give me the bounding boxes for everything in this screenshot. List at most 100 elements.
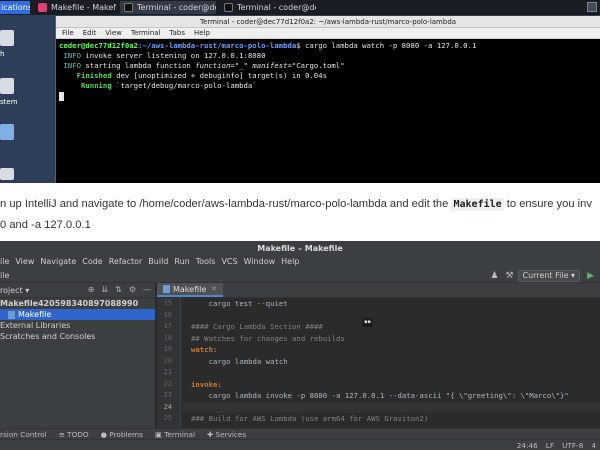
tree-item-project-root[interactable]: Makefile420598340897088990 (0, 298, 155, 309)
makefile-icon (163, 285, 170, 293)
log-text: `target/debug/marco-polo-lambda` (111, 81, 257, 90)
taskbar-task-terminal-1[interactable]: Terminal - coder@dec77... (120, 1, 216, 14)
caret-position[interactable]: 24:46 (517, 441, 538, 450)
navigation-bar: ile ♟ ⚒ Current File ▾ ▶ (0, 268, 600, 283)
cargo-status: Finished (59, 71, 112, 80)
menu-terminal[interactable]: Terminal (131, 29, 161, 37)
tool-problems[interactable]: ● Problems (101, 430, 143, 439)
menu-tools[interactable]: Tools (196, 257, 216, 266)
code-line[interactable]: invoke: (182, 379, 600, 391)
menu-file[interactable]: File (62, 29, 74, 37)
applications-menu-button[interactable]: ications (0, 1, 30, 14)
line-number: 25 (163, 414, 172, 422)
terminal-window[interactable]: Terminal - coder@dec77d12f0a2: ~/aws-lam… (55, 16, 600, 183)
menu-file[interactable]: ile (0, 257, 9, 266)
expand-icon[interactable]: ⇅ (115, 285, 122, 294)
code-lines[interactable]: cargo test --quiet #### Cargo Lambda Sect… (182, 298, 600, 425)
menu-vcs[interactable]: VCS (221, 257, 237, 266)
tab-makefile[interactable]: Makefile ✕ (157, 283, 224, 297)
tool-todo[interactable]: ≡ TODO (59, 430, 89, 439)
log-text: dev [unoptimized + debuginfo] target(s) … (111, 71, 327, 80)
log-field-key: manifest (247, 61, 288, 70)
close-icon[interactable]: ✕ (211, 285, 217, 293)
gear-icon[interactable]: ⚙ (129, 285, 136, 294)
menu-view[interactable]: View (15, 257, 34, 266)
menu-refactor[interactable]: Refactor (109, 257, 143, 266)
taskbar-task-makefile[interactable]: Makefile - Makefile (34, 1, 116, 14)
log-level: INFO (59, 51, 81, 60)
line-separator[interactable]: LF (546, 441, 554, 450)
tree-label: Scratches and Consoles (0, 332, 96, 341)
file-system-icon[interactable] (0, 78, 14, 94)
ide-main-area: roject ▾ ⊕ ⇊ ⇅ ⚙ — Makefile4205983408970… (0, 283, 600, 428)
code-line[interactable] (182, 310, 600, 322)
tool-version-control[interactable]: rsion Control (0, 430, 47, 439)
menu-edit[interactable]: Edit (83, 29, 97, 37)
code-line[interactable]: cargo test --quiet (182, 298, 600, 310)
add-icon[interactable]: ⊕ (88, 285, 95, 294)
cursor-line (59, 91, 597, 101)
show-desktop-button[interactable] (587, 2, 597, 12)
tree-item-makefile[interactable]: Makefile (0, 309, 155, 320)
project-view-select[interactable]: roject ▾ (0, 286, 29, 295)
indent-setting[interactable]: 4 (591, 441, 596, 450)
terminal-menubar: File Edit View Terminal Tabs Help (56, 28, 600, 39)
instruction-line-2: 0 and -a 127.0.0.1 (0, 219, 91, 231)
terminal-cursor (59, 91, 64, 101)
home-folder-icon[interactable] (0, 30, 14, 46)
log-text: starting lambda function (80, 61, 196, 70)
terminal-icon (124, 3, 133, 12)
log-level: INFO (59, 61, 81, 70)
trash-icon[interactable] (0, 124, 14, 140)
task-label: Makefile - Makefile (51, 3, 116, 12)
code-line[interactable]: cargo lambda invoke -p 8080 -a 127.0.0.1… (182, 390, 600, 402)
line-number: 16 (163, 310, 172, 319)
code-line[interactable]: cargo lambda watch (182, 356, 600, 368)
taskbar-task-terminal-2[interactable]: Terminal - coder@dec77... (220, 1, 316, 14)
output-line: Running `target/debug/marco-polo-lambda` (59, 81, 597, 91)
code-line[interactable]: ## Watches for changes and rebuilds (182, 333, 600, 345)
code-line[interactable] (182, 401, 600, 413)
user-icon[interactable]: ♟ (490, 271, 498, 281)
code-editor[interactable]: Makefile ✕ 15 16 17 18 19 20 21 22 23 24 25 cargo t… (157, 283, 600, 428)
tool-window-strip: rsion Control ≡ TODO ● Problems ▣ Termin… (0, 428, 600, 439)
menu-window[interactable]: Window (244, 257, 276, 266)
code-area[interactable]: 15 16 17 18 19 20 21 22 23 24 25 cargo test --quie… (157, 298, 600, 428)
code-line[interactable] (182, 367, 600, 379)
menu-tabs[interactable]: Tabs (170, 29, 186, 37)
breadcrumb[interactable]: ile (0, 271, 9, 280)
tree-item-external-libraries[interactable]: External Libraries (0, 320, 155, 331)
tool-services[interactable]: ✚ Services (207, 430, 246, 439)
run-icon[interactable]: ▶ (587, 271, 594, 281)
line-number: 24 (163, 402, 172, 411)
menu-run[interactable]: Run (174, 257, 189, 266)
code-line[interactable]: watch: (182, 344, 600, 356)
code-line[interactable]: #### Cargo Lambda Section #### (182, 321, 600, 333)
line-number: 21 (163, 368, 172, 376)
taskbar: ications Makefile - Makefile Terminal - … (0, 0, 600, 15)
code-line[interactable]: ### Build for AWS Lambda (use arm64 for … (182, 413, 600, 425)
collapse-icon[interactable]: ⇊ (101, 285, 108, 294)
status-bar: 24:46 LF UTF-8 4 (0, 439, 600, 450)
tree-item-scratches[interactable]: Scratches and Consoles (0, 331, 155, 342)
minimize-icon[interactable]: — (143, 285, 151, 294)
terminal-title: Terminal - coder@dec77d12f0a2: ~/aws-lam… (56, 16, 600, 28)
menu-code[interactable]: Code (82, 257, 102, 266)
run-configuration-select[interactable]: Current File ▾ (517, 269, 581, 282)
file-encoding[interactable]: UTF-8 (562, 441, 583, 450)
line-number: 18 (163, 333, 172, 342)
menu-navigate[interactable]: Navigate (40, 257, 76, 266)
desktop-icon[interactable] (0, 168, 14, 180)
menu-help[interactable]: Help (281, 257, 299, 266)
terminal-output[interactable]: coder@dec77d12f0a2:~/aws-lambda-rust/mar… (56, 39, 600, 103)
output-line: Finished dev [unoptimized + debuginfo] t… (59, 71, 597, 81)
cargo-status: Running (59, 81, 112, 90)
desktop-icon-label: h (0, 50, 5, 58)
tool-terminal[interactable]: ▣ Terminal (155, 430, 195, 439)
menu-help[interactable]: Help (194, 29, 210, 37)
build-hammer-icon[interactable]: ⚒ (505, 271, 513, 281)
intellij-window: Makefile – Makefile ile View Navigate Co… (0, 241, 600, 450)
menu-view[interactable]: View (105, 29, 122, 37)
menu-build[interactable]: Build (148, 257, 168, 266)
project-panel: roject ▾ ⊕ ⇊ ⇅ ⚙ — Makefile4205983408970… (0, 283, 156, 428)
